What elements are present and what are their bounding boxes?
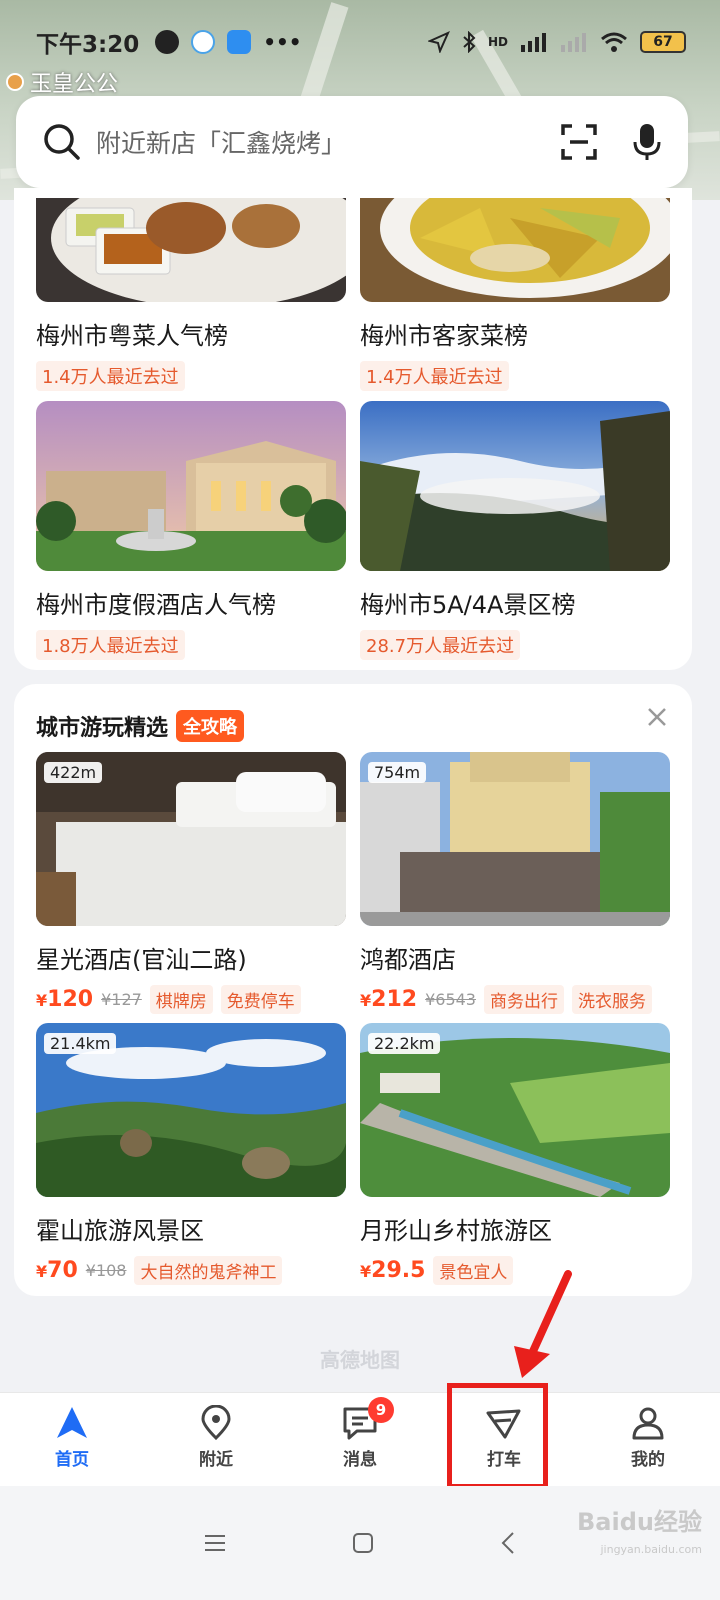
qq-icon: [155, 30, 180, 54]
wifi-icon: [601, 32, 627, 52]
watermark-sub: jingyan.baidu.com: [600, 1543, 702, 1556]
price: ¥120: [36, 987, 94, 1012]
battery-icon: 67: [640, 31, 686, 53]
scan-icon: [561, 124, 597, 160]
city-picks-card: 城市游玩精选 全攻略 422m 星光酒店(官汕二路) ¥120 ¥127 棋牌房…: [14, 684, 692, 1296]
ranking-tile[interactable]: 梅州市粤菜人气榜 1.4万人最近去过: [36, 198, 346, 391]
search-icon: [44, 124, 80, 160]
price-row: ¥212 ¥6543 商务出行 洗衣服务: [360, 985, 670, 1014]
section-header: 城市游玩精选 全攻略: [36, 710, 245, 742]
poi-image: 422m: [36, 752, 346, 926]
annotation-arrow: [514, 1270, 572, 1378]
status-right: HD 67: [427, 31, 686, 53]
distance-label: 422m: [44, 762, 103, 783]
guide-tag[interactable]: 全攻略: [176, 710, 245, 742]
tab-home[interactable]: 首页: [0, 1393, 144, 1486]
rankings-card: 梅州市粤菜人气榜 1.4万人最近去过 梅州市客家菜榜 1.4万人最近去过 梅州市…: [14, 188, 692, 670]
menu-icon[interactable]: [204, 1533, 226, 1553]
microphone-icon: [633, 124, 661, 160]
poi-card[interactable]: 21.4km 霍山旅游风景区 ¥70 ¥108 大自然的鬼斧神工: [36, 1023, 346, 1285]
ranking-title: 梅州市5A/4A景区榜: [360, 591, 576, 619]
ranking-visits: 1.8万人最近去过: [36, 630, 185, 660]
price-row: ¥70 ¥108 大自然的鬼斧神工: [36, 1256, 346, 1285]
watermark: Baidu经验 jingyan.baidu.com: [577, 1502, 702, 1556]
poi-tag: 大自然的鬼斧神工: [134, 1256, 283, 1285]
price: ¥212: [360, 987, 418, 1012]
price-row: ¥120 ¥127 棋牌房 免费停车: [36, 985, 346, 1014]
price: ¥29.5: [360, 1258, 426, 1283]
ranking-visits: 1.4万人最近去过: [36, 361, 185, 391]
poi-image: 754m: [360, 752, 670, 926]
poi-tag: 洗衣服务: [571, 985, 652, 1014]
bottom-tab-bar: 首页 附近 9 消息 打车 我的: [0, 1392, 720, 1486]
poi-image: 21.4km: [36, 1023, 346, 1197]
poi-card[interactable]: 754m 鸿都酒店 ¥212 ¥6543 商务出行 洗衣服务: [360, 752, 670, 1014]
ranking-tile[interactable]: 梅州市客家菜榜 1.4万人最近去过: [360, 198, 670, 391]
status-time: 下午3:20: [36, 32, 140, 58]
poi-name: 月形山乡村旅游区: [360, 1217, 552, 1245]
signal-2-icon: [561, 33, 586, 52]
close-icon[interactable]: [644, 704, 670, 730]
wallet-app-icon: [227, 30, 252, 54]
signal-icon: [521, 33, 546, 52]
poi-image: 22.2km: [360, 1023, 670, 1197]
ranking-image: [360, 198, 670, 302]
poi-tag: 景色宜人: [433, 1256, 514, 1285]
ranking-visits: 28.7万人最近去过: [360, 630, 521, 660]
network-type: HD: [487, 35, 508, 49]
location-arrow-icon: [427, 31, 450, 53]
navigation-arrow-icon: [57, 1407, 87, 1438]
poi-tag: 商务出行: [483, 985, 564, 1014]
ranking-title: 梅州市度假酒店人气榜: [36, 591, 276, 619]
watermark-main: Baidu经验: [577, 1508, 702, 1536]
ranking-tile[interactable]: 梅州市度假酒店人气榜 1.8万人最近去过: [36, 401, 346, 660]
search-bar[interactable]: 附近新店「汇鑫烧烤」: [16, 96, 688, 188]
poi-card[interactable]: 22.2km 月形山乡村旅游区 ¥29.5 景色宜人: [360, 1023, 670, 1285]
ranking-tile[interactable]: 梅州市5A/4A景区榜 28.7万人最近去过: [360, 401, 670, 660]
section-title: 城市游玩精选: [36, 716, 169, 741]
poi-tag: 免费停车: [220, 985, 301, 1014]
price: ¥70: [36, 1258, 78, 1283]
poi-card[interactable]: 422m 星光酒店(官汕二路) ¥120 ¥127 棋牌房 免费停车: [36, 752, 346, 1014]
ranking-image: [36, 198, 346, 302]
tab-label: 首页: [55, 1450, 89, 1470]
poi-name: 鸿都酒店: [360, 946, 456, 974]
bluetooth-icon: [463, 31, 476, 53]
user-icon: [632, 1407, 664, 1440]
distance-label: 754m: [368, 762, 427, 783]
tab-messages[interactable]: 9 消息: [288, 1393, 432, 1486]
search-placeholder: 附近新店「汇鑫烧烤」: [96, 129, 347, 158]
home-square-icon[interactable]: [352, 1532, 374, 1554]
tab-profile[interactable]: 我的: [576, 1393, 720, 1486]
original-price: ¥6543: [425, 990, 476, 1009]
location-pin-icon: [201, 1405, 231, 1441]
distance-label: 22.2km: [368, 1033, 441, 1054]
ranking-visits: 1.4万人最近去过: [360, 361, 509, 391]
tab-nearby[interactable]: 附近: [144, 1393, 288, 1486]
tab-label: 我的: [631, 1450, 665, 1470]
status-bar: 下午3:20 ••• HD 67: [0, 0, 720, 84]
unread-badge: 9: [368, 1397, 394, 1423]
ranking-image: [360, 401, 670, 571]
poi-name: 星光酒店(官汕二路): [36, 946, 247, 974]
original-price: ¥127: [101, 990, 142, 1009]
scan-button[interactable]: [560, 123, 598, 161]
original-price: ¥108: [85, 1261, 127, 1280]
ranking-image: [36, 401, 346, 571]
status-app-icons: •••: [155, 30, 302, 54]
footer-brand: 高德地图: [320, 1348, 400, 1372]
tab-label: 附近: [199, 1450, 233, 1470]
ranking-title: 梅州市粤菜人气榜: [36, 322, 228, 350]
highlight-box: [447, 1383, 548, 1489]
poi-name: 霍山旅游风景区: [36, 1217, 204, 1245]
more-notifications-icon: •••: [263, 30, 302, 54]
poi-tag: 棋牌房: [149, 985, 213, 1014]
back-icon[interactable]: [500, 1531, 516, 1555]
tab-label: 消息: [343, 1450, 377, 1470]
voice-search-button[interactable]: [632, 122, 662, 162]
k-app-icon: [191, 30, 216, 54]
ranking-title: 梅州市客家菜榜: [360, 322, 528, 350]
distance-label: 21.4km: [44, 1033, 117, 1054]
